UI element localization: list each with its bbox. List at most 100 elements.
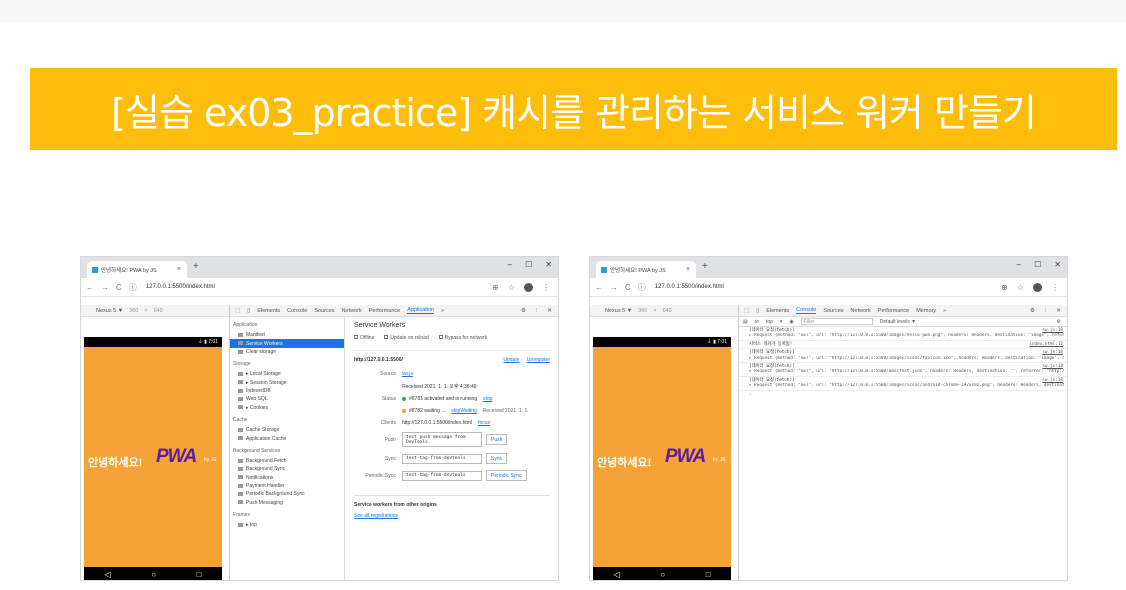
close-devtools-icon[interactable]: ✕ (1056, 308, 1061, 314)
tab-more[interactable]: » (441, 308, 444, 314)
close-icon[interactable]: × (686, 266, 690, 273)
tab-sources[interactable]: Sources (823, 308, 843, 314)
levels-select[interactable]: Default levels ▼ (880, 319, 916, 325)
info-icon[interactable]: ⓘ (129, 282, 137, 293)
menu-icon[interactable]: ⋮ (542, 283, 550, 292)
device-height[interactable]: 640 (154, 308, 163, 314)
device-height[interactable]: 640 (663, 308, 672, 314)
settings-icon[interactable]: ⚙ (1030, 308, 1035, 314)
settings-icon[interactable]: ⚙ (521, 308, 526, 314)
log-source-link[interactable]: sw.js:18 (1042, 364, 1063, 369)
device-toggle-icon[interactable]: ▯ (756, 308, 759, 314)
log-source-link[interactable]: sw.js:18 (1042, 328, 1063, 333)
maximize-icon[interactable]: ☐ (525, 260, 532, 269)
close-icon[interactable]: × (177, 266, 181, 273)
install-icon[interactable]: ⊕ (492, 283, 499, 292)
context-select[interactable]: top (766, 319, 773, 325)
bypass-network-checkbox[interactable]: Bypass for network (438, 335, 487, 341)
new-tab-icon[interactable]: + (193, 261, 199, 272)
sidebar-item-background-sync[interactable]: Background Sync (230, 465, 344, 473)
console-prompt[interactable]: › (739, 391, 1067, 398)
log-source-link[interactable]: sw.js:18 (1042, 350, 1063, 355)
kebab-icon[interactable]: ⋮ (534, 308, 540, 314)
menu-icon[interactable]: ⋮ (1051, 283, 1059, 292)
sidebar-item-payment-handler[interactable]: Payment Handler (230, 482, 344, 490)
nav-back-icon[interactable]: ◁ (613, 570, 619, 579)
log-detail[interactable]: ▸ Request {method: "GET", url: "http://1… (749, 333, 1064, 338)
tab-elements[interactable]: Elements (766, 308, 789, 314)
sidebar-item-application-cache[interactable]: Application Cache (230, 434, 344, 442)
tab-sources[interactable]: Sources (314, 308, 334, 314)
tab-more[interactable]: » (943, 308, 946, 314)
back-icon[interactable]: ← (595, 283, 603, 292)
unregister-link[interactable]: Unregister (527, 357, 550, 363)
minimize-icon[interactable]: – (508, 260, 512, 269)
chevron-down-icon[interactable]: ▾ (780, 319, 783, 325)
tab-application[interactable]: Application (407, 307, 435, 314)
filter-input[interactable]: Filter (800, 318, 873, 325)
eye-icon[interactable]: ◉ (789, 319, 793, 325)
tab-elements[interactable]: Elements (257, 308, 280, 314)
nav-home-icon[interactable]: ○ (660, 570, 665, 579)
tab-network[interactable]: Network (342, 308, 362, 314)
nav-recent-icon[interactable]: □ (197, 570, 202, 579)
push-input[interactable]: test push message from DevTools. (402, 432, 482, 447)
log-detail[interactable]: ▸ Request {method: "GET", url: "http://1… (749, 383, 1064, 388)
source-link[interactable]: sw.js (402, 371, 413, 377)
sidebar-item-cookies[interactable]: ▸ Cookies (230, 404, 344, 412)
info-icon[interactable]: ⓘ (638, 282, 646, 293)
sync-input[interactable]: test-tag-from-devtools (402, 453, 482, 464)
kebab-icon[interactable]: ⋮ (1043, 308, 1049, 314)
sidebar-item-push-messaging[interactable]: Push Messaging (230, 499, 344, 507)
focus-link[interactable]: focus (478, 420, 490, 426)
maximize-icon[interactable]: ☐ (1034, 260, 1041, 269)
sidebar-item-manifest[interactable]: Manifest (230, 331, 344, 339)
nav-home-icon[interactable]: ○ (151, 570, 156, 579)
device-toggle-icon[interactable]: ▯ (247, 308, 250, 314)
tab-console[interactable]: Console (287, 308, 307, 314)
sidebar-item-session-storage[interactable]: ▸ Session Storage (230, 379, 344, 387)
sidebar-item-notifications[interactable]: Notifications (230, 474, 344, 482)
browser-tab[interactable]: 안녕하세요! PWA by JS × (596, 261, 696, 278)
update-on-reload-checkbox[interactable]: Update on reload (384, 335, 429, 341)
device-select[interactable]: Nexus 5 ▼ (96, 308, 123, 314)
log-detail[interactable]: ▸ Request {method: "GET", url: "http://1… (749, 356, 1064, 361)
tab-performance[interactable]: Performance (369, 308, 401, 314)
install-icon[interactable]: ⊕ (1001, 283, 1008, 292)
sync-button[interactable]: Sync (486, 453, 508, 464)
periodic-sync-input[interactable]: test-tag-from-devtools (402, 470, 482, 481)
sidebar-item-top-frame[interactable]: ▸ top (230, 521, 344, 529)
sidebar-item-periodic-sync[interactable]: Periodic Background Sync (230, 490, 344, 498)
stop-link[interactable]: stop (483, 396, 492, 402)
reload-icon[interactable]: C (625, 283, 631, 292)
log-source-link[interactable]: index.html:12 (1029, 342, 1063, 347)
sidebar-item-cache-storage[interactable]: Cache Storage (230, 426, 344, 434)
close-devtools-icon[interactable]: ✕ (547, 308, 552, 314)
offline-checkbox[interactable]: Offline (354, 335, 374, 341)
inspect-icon[interactable]: ⬚ (235, 308, 240, 314)
skip-waiting-link[interactable]: skipWaiting (451, 408, 476, 414)
sidebar-item-websql[interactable]: Web SQL (230, 395, 344, 403)
nav-recent-icon[interactable]: □ (706, 570, 711, 579)
forward-icon[interactable]: → (610, 283, 618, 292)
update-link[interactable]: Update (503, 357, 519, 363)
minimize-icon[interactable]: – (1017, 260, 1021, 269)
back-icon[interactable]: ← (86, 283, 94, 292)
star-icon[interactable]: ☆ (1017, 283, 1024, 292)
inspect-icon[interactable]: ⬚ (744, 308, 749, 314)
sidebar-item-background-fetch[interactable]: Background Fetch (230, 457, 344, 465)
console-sidebar-icon[interactable]: ▤ (743, 319, 748, 325)
console-settings-icon[interactable]: ⚙ (1057, 319, 1061, 325)
see-all-registrations-link[interactable]: See all registrations (354, 513, 398, 519)
periodic-sync-button[interactable]: Periodic Sync (486, 470, 527, 481)
device-select[interactable]: Nexus 5 ▼ (605, 308, 632, 314)
tab-performance[interactable]: Performance (878, 308, 910, 314)
avatar[interactable] (1033, 282, 1042, 292)
url-field[interactable]: 127.0.0.1:5500/index.html (655, 284, 724, 290)
new-tab-icon[interactable]: + (702, 261, 708, 272)
sidebar-item-indexeddb[interactable]: IndexedDB (230, 387, 344, 395)
url-field[interactable]: 127.0.0.1:5500/index.html (146, 284, 215, 290)
nav-back-icon[interactable]: ◁ (104, 570, 110, 579)
star-icon[interactable]: ☆ (508, 283, 515, 292)
tab-memory[interactable]: Memory (916, 308, 936, 314)
